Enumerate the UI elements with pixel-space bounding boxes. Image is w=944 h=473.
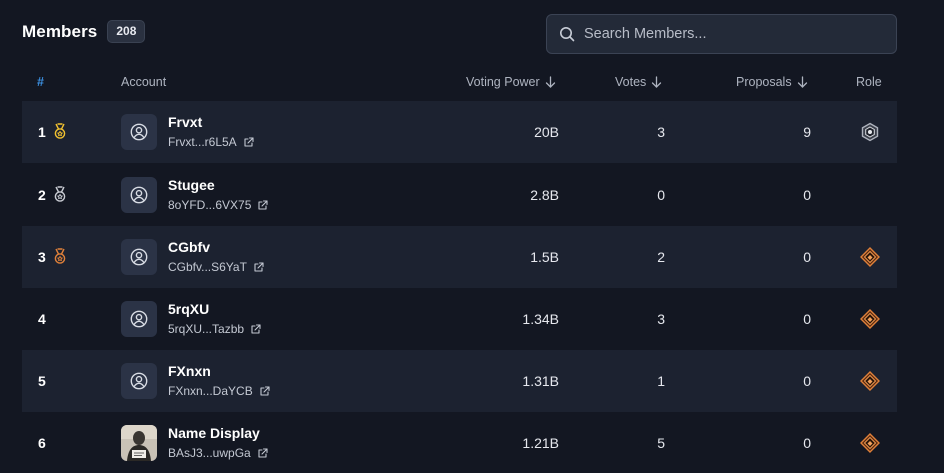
member-address-link[interactable]: CGbfv...S6YaT xyxy=(168,260,264,274)
rank-number: 4 xyxy=(38,311,46,327)
table-row[interactable]: 2 Stugee 8oYFD...6VX75 2.8B 0 0 xyxy=(22,164,897,226)
member-name[interactable]: 5rqXU xyxy=(168,301,209,317)
member-badge-icon xyxy=(860,247,880,267)
votes-value: 3 xyxy=(657,311,665,327)
avatar-photo xyxy=(121,425,157,461)
external-link-icon[interactable] xyxy=(257,447,268,459)
column-header-voting-power: Voting Power xyxy=(466,75,540,89)
rank-number: 1 xyxy=(38,124,46,140)
votes-value: 3 xyxy=(657,124,665,140)
search-input[interactable] xyxy=(584,26,884,42)
column-header-votes: Votes xyxy=(615,75,647,89)
user-icon xyxy=(130,372,148,390)
sort-votes[interactable]: Votes xyxy=(615,75,662,89)
table-row[interactable]: 3 CGbfv CGbfv...S6YaT 1.5B 2 0 xyxy=(22,226,897,288)
member-address-link[interactable]: FXnxn...DaYCB xyxy=(168,384,270,398)
page-title: Members xyxy=(22,21,98,41)
votes-value: 0 xyxy=(657,187,665,203)
member-address-link[interactable]: BAsJ3...uwpGa xyxy=(168,446,268,460)
member-address-link[interactable]: 5rqXU...Tazbb xyxy=(168,322,261,336)
gold-medal-icon xyxy=(54,123,66,139)
search-icon xyxy=(560,27,575,42)
column-header-rank: # xyxy=(37,75,44,89)
rank-number: 2 xyxy=(38,187,46,203)
admin-badge-icon xyxy=(861,122,879,142)
proposals-value: 0 xyxy=(803,435,811,451)
table-row[interactable]: 6 Name Display BAsJ3...uwpGa 1.21B 5 0 xyxy=(22,412,897,473)
voting-power-value: 1.31B xyxy=(522,373,559,389)
member-count-badge: 208 xyxy=(107,20,146,43)
voting-power-value: 2.8B xyxy=(530,187,559,203)
sort-proposals[interactable]: Proposals xyxy=(736,75,808,89)
external-link-icon[interactable] xyxy=(243,136,254,148)
arrow-down-icon xyxy=(797,76,807,88)
avatar xyxy=(121,177,157,213)
user-icon xyxy=(130,310,148,328)
rank-number: 6 xyxy=(38,435,46,451)
member-address: 5rqXU...Tazbb xyxy=(168,322,245,336)
member-address-link[interactable]: Frvxt...r6L5A xyxy=(168,135,254,149)
silver-medal-icon xyxy=(54,186,66,202)
members-header: Members 208 xyxy=(22,20,146,43)
member-name[interactable]: Stugee xyxy=(168,177,215,193)
column-header-proposals: Proposals xyxy=(736,75,792,89)
avatar xyxy=(121,363,157,399)
avatar xyxy=(121,239,157,275)
external-link-icon[interactable] xyxy=(259,385,270,397)
table-row[interactable]: 1 Frvxt Frvxt...r6L5A 20B 3 9 xyxy=(22,101,897,163)
votes-value: 1 xyxy=(657,373,665,389)
external-link-icon[interactable] xyxy=(253,261,264,273)
external-link-icon[interactable] xyxy=(257,199,268,211)
voting-power-value: 1.5B xyxy=(530,249,559,265)
member-name[interactable]: Frvxt xyxy=(168,114,202,130)
member-address: Frvxt...r6L5A xyxy=(168,135,237,149)
avatar xyxy=(121,425,157,461)
column-header-role: Role xyxy=(856,75,882,89)
sort-voting-power[interactable]: Voting Power xyxy=(466,75,556,89)
proposals-value: 9 xyxy=(803,124,811,140)
member-badge-icon xyxy=(860,309,880,329)
voting-power-value: 1.21B xyxy=(522,435,559,451)
member-address: CGbfv...S6YaT xyxy=(168,260,247,274)
arrow-down-icon xyxy=(545,76,555,88)
member-badge-icon xyxy=(860,433,880,453)
voting-power-value: 1.34B xyxy=(522,311,559,327)
member-address: FXnxn...DaYCB xyxy=(168,384,253,398)
rank-number: 3 xyxy=(38,249,46,265)
member-address: 8oYFD...6VX75 xyxy=(168,198,252,212)
proposals-value: 0 xyxy=(803,311,811,327)
avatar xyxy=(121,114,157,150)
avatar xyxy=(121,301,157,337)
proposals-value: 0 xyxy=(803,373,811,389)
member-name[interactable]: CGbfv xyxy=(168,239,210,255)
member-address-link[interactable]: 8oYFD...6VX75 xyxy=(168,198,268,212)
user-icon xyxy=(130,186,148,204)
member-name[interactable]: Name Display xyxy=(168,425,260,441)
external-link-icon[interactable] xyxy=(250,323,261,335)
member-address: BAsJ3...uwpGa xyxy=(168,446,251,460)
proposals-value: 0 xyxy=(803,249,811,265)
proposals-value: 0 xyxy=(803,187,811,203)
search-box[interactable] xyxy=(546,14,897,54)
table-row[interactable]: 4 5rqXU 5rqXU...Tazbb 1.34B 3 0 xyxy=(22,288,897,350)
rank-number: 5 xyxy=(38,373,46,389)
member-badge-icon xyxy=(860,371,880,391)
user-icon xyxy=(130,248,148,266)
bronze-medal-icon xyxy=(54,248,66,264)
votes-value: 2 xyxy=(657,249,665,265)
voting-power-value: 20B xyxy=(534,124,559,140)
arrow-down-icon xyxy=(652,76,662,88)
member-name[interactable]: FXnxn xyxy=(168,363,211,379)
table-row[interactable]: 5 FXnxn FXnxn...DaYCB 1.31B 1 0 xyxy=(22,350,897,412)
votes-value: 5 xyxy=(657,435,665,451)
user-icon xyxy=(130,123,148,141)
column-header-account: Account xyxy=(121,75,167,89)
